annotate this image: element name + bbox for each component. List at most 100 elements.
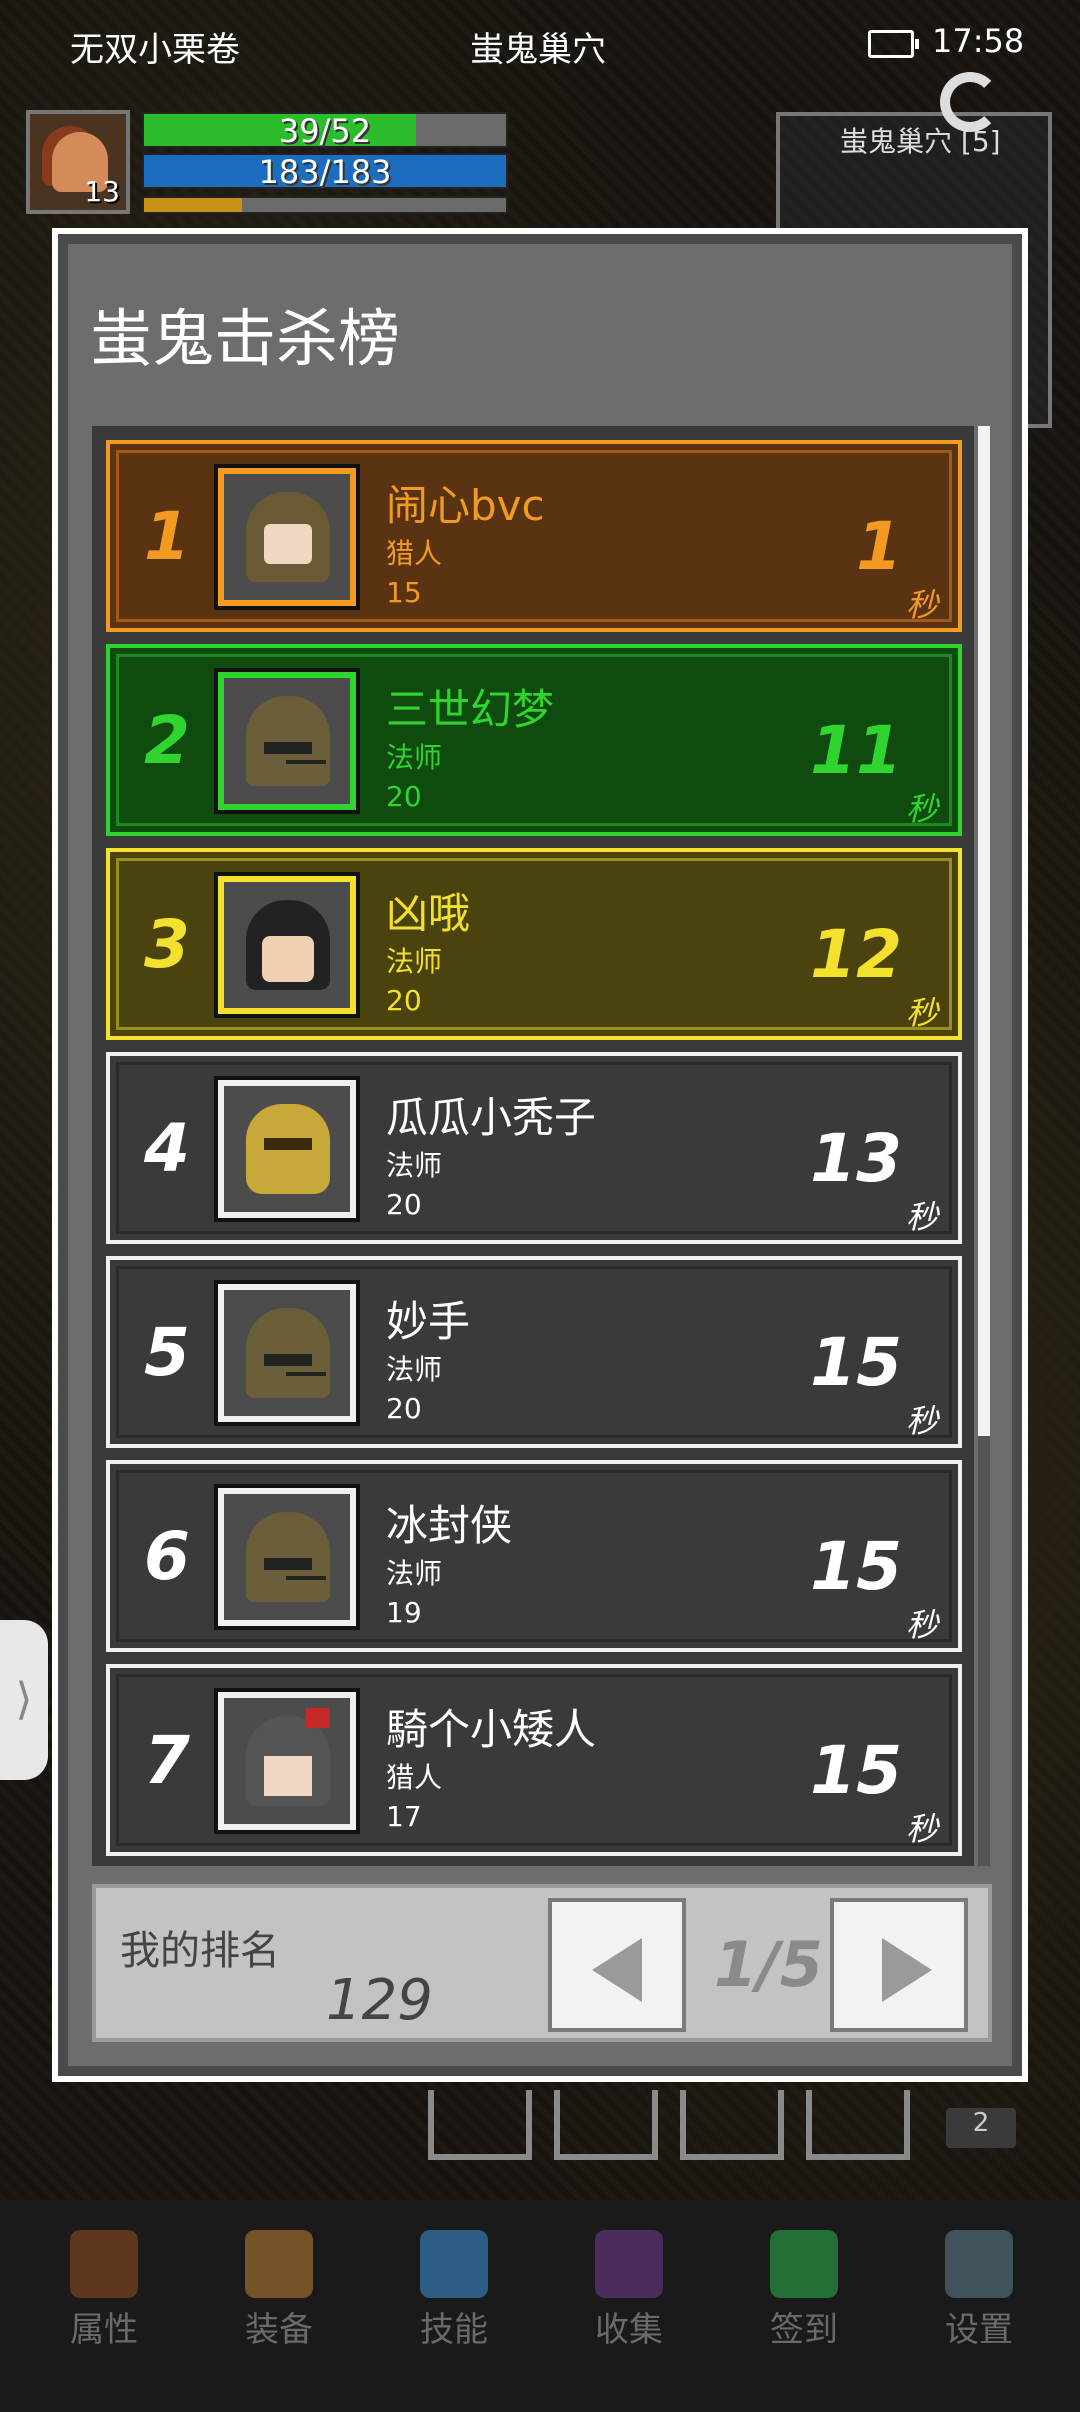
hp-text: 39/52 <box>278 112 372 150</box>
refresh-icon[interactable] <box>940 72 1000 132</box>
rank-number: 2 <box>144 702 190 779</box>
leaderboard-list[interactable]: 1 闹心bvc 猎人 15 1 秒 2 三世幻梦 法师 20 11 秒 3 凶哦 法师 20 12 秒 4 瓜瓜小秃子… <box>92 426 974 1866</box>
rank-number: 7 <box>144 1722 190 1799</box>
nav-item-4[interactable]: 签到 <box>734 2230 874 2351</box>
rank-number: 5 <box>144 1314 190 1391</box>
mp-bar: 183/183 <box>142 153 508 191</box>
arrow-left-icon <box>592 1938 642 2002</box>
player-class: 猎人 <box>386 1761 443 1794</box>
bottom-nav: 属性 装备 技能 收集 签到 设置 <box>0 2200 1080 2412</box>
xp-bar <box>142 196 508 214</box>
nav-item-1[interactable]: 装备 <box>209 2230 349 2351</box>
nav-item-3[interactable]: 收集 <box>559 2230 699 2351</box>
status-location: 蚩鬼巢穴 <box>470 30 606 70</box>
battery-icon <box>868 30 919 58</box>
player-class: 法师 <box>386 945 443 978</box>
black-hair-icon <box>246 900 330 990</box>
player-level: 13 <box>84 175 120 208</box>
bag-icon <box>245 2230 313 2298</box>
quick-slot[interactable] <box>428 2090 532 2160</box>
player-class: 法师 <box>386 1149 443 1182</box>
leaderboard-row[interactable]: 3 凶哦 法师 20 12 秒 <box>106 848 962 1040</box>
quick-slot[interactable] <box>554 2090 658 2160</box>
nav-item-2[interactable]: 技能 <box>384 2230 524 2351</box>
leaderboard-row[interactable]: 2 三世幻梦 法师 20 11 秒 <box>106 644 962 836</box>
nav-label: 技能 <box>420 2310 488 2350</box>
leaderboard-row[interactable]: 7 騎个小矮人 猎人 17 15 秒 <box>106 1664 962 1856</box>
player-portrait <box>214 1688 360 1834</box>
prev-page-button[interactable] <box>548 1898 686 2032</box>
iron-helmet-icon <box>246 1512 330 1602</box>
player-level-value: 20 <box>386 1188 422 1221</box>
iron-helmet-icon <box>246 1308 330 1398</box>
nav-item-5[interactable]: 设置 <box>909 2230 1049 2351</box>
gold-skull-icon <box>246 1104 330 1194</box>
helmet-icon <box>70 2230 138 2298</box>
nav-label: 签到 <box>770 2310 838 2350</box>
scrollbar-thumb[interactable] <box>978 426 990 1436</box>
player-avatar[interactable]: 13 <box>26 110 130 214</box>
player-name: 妙手 <box>386 1297 471 1346</box>
time-unit: 秒 <box>905 586 938 624</box>
leaderboard-panel: 蚩鬼击杀榜 1 闹心bvc 猎人 15 1 秒 2 三世幻梦 法师 20 11 秒 3 凶哦 法师 20 12 秒… <box>58 234 1022 2076</box>
chevron-right-icon: ⟩ <box>15 1674 33 1725</box>
nav-label: 属性 <box>70 2310 138 2350</box>
leaderboard-row[interactable]: 6 冰封侠 法师 19 15 秒 <box>106 1460 962 1652</box>
gem-icon <box>770 2230 838 2298</box>
book-icon <box>595 2230 663 2298</box>
player-name: 騎个小矮人 <box>386 1705 597 1754</box>
nav-label: 收集 <box>595 2310 663 2350</box>
player-level-value: 17 <box>386 1800 422 1833</box>
kill-time: 15 <box>810 1324 902 1401</box>
kill-time: 13 <box>810 1120 902 1197</box>
player-portrait <box>214 464 360 610</box>
bag-counter[interactable]: 2 <box>946 2108 1016 2148</box>
rank-number: 1 <box>144 498 190 575</box>
my-rank-label: 我的排名 <box>120 1928 280 1974</box>
player-class: 法师 <box>386 1353 443 1386</box>
player-name: 闹心bvc <box>386 481 545 530</box>
chat-strip <box>0 540 54 980</box>
leaderboard-modal: 蚩鬼击杀榜 1 闹心bvc 猎人 15 1 秒 2 三世幻梦 法师 20 11 秒 3 凶哦 法师 20 12 秒… <box>52 228 1028 2082</box>
arrow-right-icon <box>882 1938 932 2002</box>
player-name: 凶哦 <box>386 889 471 938</box>
skill-orb-icon <box>420 2230 488 2298</box>
hooded-hunter-icon <box>246 492 330 582</box>
scrollbar[interactable] <box>978 426 990 1866</box>
player-portrait <box>214 1280 360 1426</box>
quick-slot[interactable] <box>806 2090 910 2160</box>
player-level-value: 20 <box>386 1392 422 1425</box>
time-unit: 秒 <box>905 994 938 1032</box>
kill-time: 1 <box>856 508 902 585</box>
status-time: 17:58 <box>932 22 1025 60</box>
nav-label: 设置 <box>945 2310 1013 2350</box>
xp-bar-fill <box>144 198 242 212</box>
status-bar: 无双小栗卷 蚩鬼巢穴 17:58 <box>0 0 1080 88</box>
player-class: 猎人 <box>386 537 443 570</box>
leaderboard-row[interactable]: 5 妙手 法师 20 15 秒 <box>106 1256 962 1448</box>
leaderboard-row[interactable]: 4 瓜瓜小秃子 法师 20 13 秒 <box>106 1052 962 1244</box>
kill-time: 15 <box>810 1528 902 1605</box>
nav-label: 装备 <box>245 2310 313 2350</box>
player-portrait <box>214 1484 360 1630</box>
leaderboard-row[interactable]: 1 闹心bvc 猎人 15 1 秒 <box>106 440 962 632</box>
player-portrait <box>214 668 360 814</box>
nav-item-0[interactable]: 属性 <box>34 2230 174 2351</box>
quick-slot[interactable] <box>680 2090 784 2160</box>
time-unit: 秒 <box>905 1810 938 1848</box>
player-level-value: 20 <box>386 780 422 813</box>
side-drawer-handle[interactable]: ⟩ <box>0 1620 48 1780</box>
rank-number: 6 <box>144 1518 190 1595</box>
player-portrait <box>214 1076 360 1222</box>
player-level-value: 15 <box>386 576 422 609</box>
kill-time: 12 <box>810 916 902 993</box>
next-page-button[interactable] <box>830 1898 968 2032</box>
player-class: 法师 <box>386 741 443 774</box>
player-name: 三世幻梦 <box>386 685 555 734</box>
hp-bar: 39/52 <box>142 112 508 150</box>
time-unit: 秒 <box>905 1198 938 1236</box>
player-level-value: 19 <box>386 1596 422 1629</box>
knight-helmet-icon <box>246 1708 330 1806</box>
player-name: 瓜瓜小秃子 <box>386 1093 597 1142</box>
time-unit: 秒 <box>905 1606 938 1644</box>
